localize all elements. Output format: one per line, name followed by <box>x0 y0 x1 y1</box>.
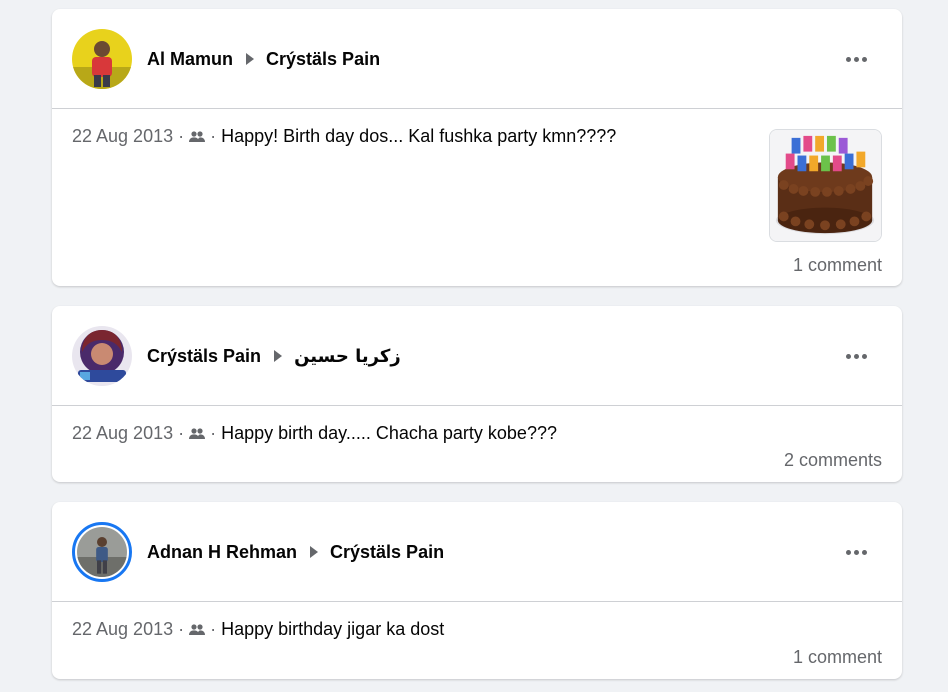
post-header: Crýstäls Pain زکریا حسین <box>52 306 902 406</box>
post-message: Happy! Birth day dos... Kal fushka party… <box>221 126 617 146</box>
birthday-cake-image[interactable] <box>769 129 882 242</box>
avatar[interactable] <box>72 29 132 89</box>
avatar[interactable] <box>72 522 132 582</box>
more-options-icon[interactable] <box>844 344 868 368</box>
separator: · <box>178 423 185 443</box>
avatar[interactable] <box>72 326 132 386</box>
separator: · <box>178 126 185 146</box>
post-body: 22 Aug 2013 · · Happy birthday jigar ka … <box>52 602 902 678</box>
post-names: Al Mamun Crýstäls Pain <box>147 9 380 109</box>
avatar-photo-icon <box>72 326 132 386</box>
post-date[interactable]: 22 Aug 2013 <box>72 619 173 640</box>
post-meta: 22 Aug 2013 · · Happy birthday jigar ka … <box>72 619 444 640</box>
post-card: Crýstäls Pain زکریا حسین 22 Aug 2013 · ·… <box>52 306 902 482</box>
post-body: 22 Aug 2013 · · Happy birth day..... Cha… <box>52 406 902 481</box>
friends-icon[interactable] <box>189 427 206 441</box>
feed: Al Mamun Crýstäls Pain 22 Aug 2013 · · H… <box>0 0 948 692</box>
separator: · <box>210 619 217 639</box>
author-name[interactable]: Adnan H Rehman <box>147 542 297 563</box>
post-names: Crýstäls Pain زکریا حسین <box>147 306 401 406</box>
comments-count[interactable]: 1 comment <box>793 255 882 276</box>
separator: · <box>210 423 217 443</box>
post-body: 22 Aug 2013 · · Happy! Birth day dos... … <box>52 109 902 285</box>
post-header: Adnan H Rehman Crýstäls Pain <box>52 502 902 602</box>
post-message: Happy birth day..... Chacha party kobe??… <box>221 423 557 443</box>
caret-right-icon <box>246 53 255 65</box>
target-name[interactable]: Crýstäls Pain <box>266 49 380 70</box>
cake-photo-icon <box>770 130 881 241</box>
post-card: Al Mamun Crýstäls Pain 22 Aug 2013 · · H… <box>52 9 902 286</box>
post-meta: 22 Aug 2013 · · Happy birth day..... Cha… <box>72 423 557 444</box>
avatar-photo-icon <box>77 527 127 577</box>
post-date[interactable]: 22 Aug 2013 <box>72 126 173 147</box>
post-date[interactable]: 22 Aug 2013 <box>72 423 173 444</box>
post-names: Adnan H Rehman Crýstäls Pain <box>147 502 444 602</box>
post-message: Happy birthday jigar ka dost <box>221 619 445 639</box>
post-meta: 22 Aug 2013 · · Happy! Birth day dos... … <box>72 126 616 147</box>
friends-icon[interactable] <box>189 623 206 637</box>
comments-count[interactable]: 1 comment <box>793 647 882 668</box>
post-card: Adnan H Rehman Crýstäls Pain 22 Aug 2013… <box>52 502 902 679</box>
author-name[interactable]: Al Mamun <box>147 49 233 70</box>
separator: · <box>210 126 217 146</box>
author-name[interactable]: Crýstäls Pain <box>147 346 261 367</box>
separator: · <box>178 619 185 639</box>
caret-right-icon <box>274 350 283 362</box>
friends-icon[interactable] <box>189 130 206 144</box>
more-options-icon[interactable] <box>844 540 868 564</box>
post-header: Al Mamun Crýstäls Pain <box>52 9 902 109</box>
more-options-icon[interactable] <box>844 47 868 71</box>
comments-count[interactable]: 2 comments <box>784 450 882 471</box>
caret-right-icon <box>310 546 319 558</box>
avatar-photo-icon <box>72 29 132 89</box>
target-name[interactable]: Crýstäls Pain <box>330 542 444 563</box>
target-name[interactable]: زکریا حسین <box>294 346 401 367</box>
